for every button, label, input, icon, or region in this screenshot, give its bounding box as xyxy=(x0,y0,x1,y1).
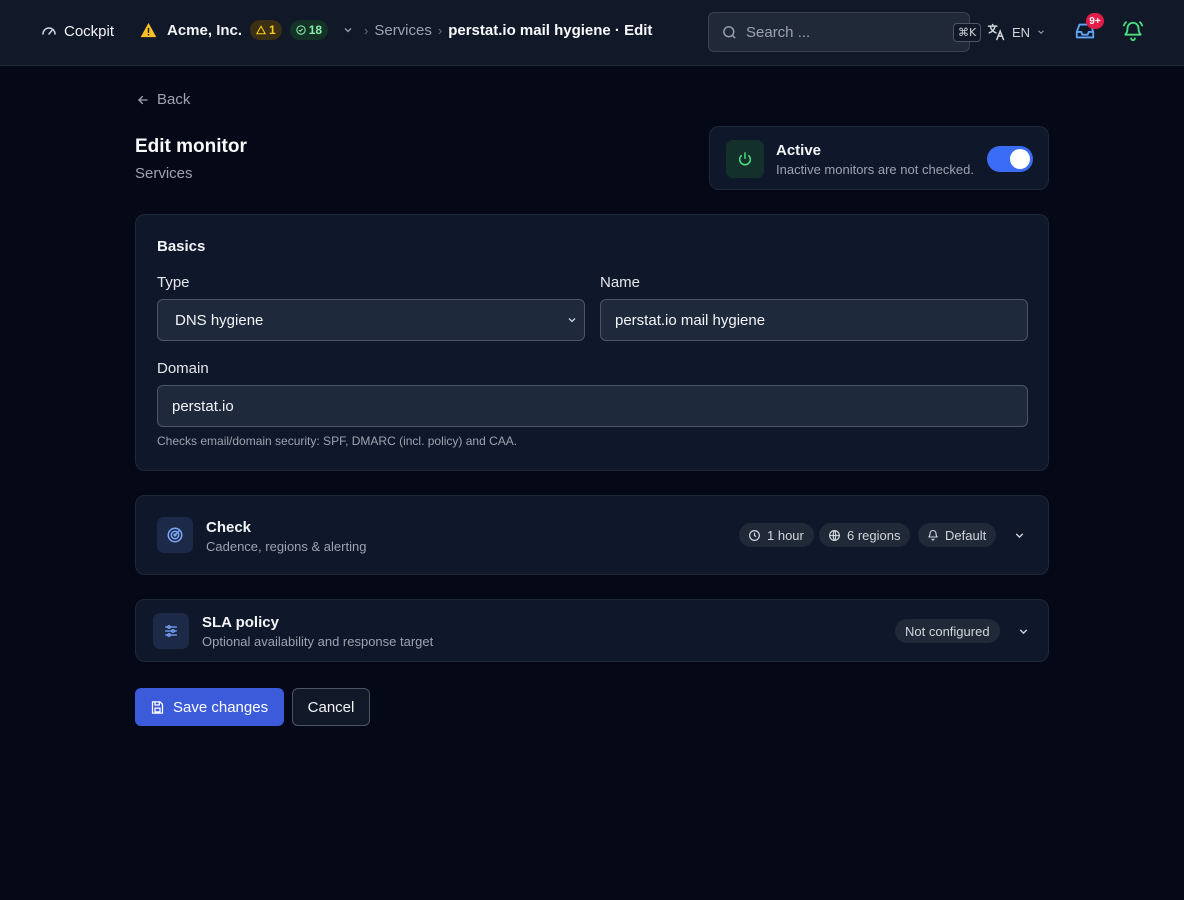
search-shortcut-hint: ⌘K xyxy=(953,22,982,42)
regions-chip: 6 regions xyxy=(819,523,911,547)
save-icon xyxy=(150,700,165,715)
clock-icon xyxy=(748,529,761,542)
alerting-value: Default xyxy=(945,527,987,543)
chevron-down-icon xyxy=(342,24,354,36)
page-title: Edit monitor xyxy=(135,136,247,157)
app-logo-link[interactable]: Cockpit xyxy=(40,22,114,40)
domain-field-wrapper xyxy=(157,385,1028,427)
check-title: Check xyxy=(206,519,252,536)
back-label: Back xyxy=(157,91,191,108)
sliders-icon xyxy=(153,613,189,649)
alerting-chip: Default xyxy=(918,523,997,547)
back-link[interactable]: Back xyxy=(136,91,190,108)
toggle-knob xyxy=(1010,149,1030,169)
bell-ring-icon xyxy=(1122,20,1144,42)
domain-label: Domain xyxy=(157,360,209,377)
type-select-value: DNS hygiene xyxy=(175,311,264,329)
check-circle-icon xyxy=(296,25,306,35)
search-input[interactable] xyxy=(746,23,945,41)
app-name: Cockpit xyxy=(64,22,115,40)
translate-icon xyxy=(986,22,1006,42)
basics-title: Basics xyxy=(157,238,206,255)
inbox-count-badge: 9+ xyxy=(1086,13,1104,29)
domain-help-text: Checks email/domain security: SPF, DMARC… xyxy=(157,434,518,448)
chevron-down-icon xyxy=(566,314,578,326)
domain-input[interactable] xyxy=(172,397,1013,415)
language-code: EN xyxy=(1012,24,1031,40)
type-label: Type xyxy=(157,274,190,291)
name-field-wrapper xyxy=(600,299,1028,341)
save-changes-button[interactable]: Save changes xyxy=(135,688,284,726)
name-input[interactable] xyxy=(615,311,1013,329)
breadcrumb: › Services › perstat.io mail hygiene · E… xyxy=(364,22,652,39)
sla-policy-section[interactable]: SLA policy Optional availability and res… xyxy=(135,599,1049,662)
breadcrumb-separator: › xyxy=(364,23,369,38)
active-title: Active xyxy=(776,142,822,159)
page-subtitle: Services xyxy=(135,165,193,182)
org-switcher[interactable]: Acme, Inc. 1 18 xyxy=(140,20,354,40)
basics-card: Basics Type DNS hygiene Name Domain Chec… xyxy=(135,214,1049,471)
power-icon xyxy=(726,140,764,178)
save-label: Save changes xyxy=(173,698,269,716)
active-toggle[interactable] xyxy=(987,146,1033,172)
warning-count: 1 xyxy=(269,23,276,37)
sla-description: Optional availability and response targe… xyxy=(202,634,434,649)
chevron-down-icon[interactable] xyxy=(1017,625,1030,638)
inbox-button[interactable]: 9+ xyxy=(1074,13,1104,42)
type-select[interactable]: DNS hygiene xyxy=(157,299,585,341)
org-name: Acme, Inc. xyxy=(167,21,243,39)
check-section[interactable]: Check Cadence, regions & alerting 1 hour… xyxy=(135,495,1049,575)
alerts-button[interactable] xyxy=(1122,20,1144,42)
language-switcher[interactable]: EN xyxy=(986,22,1046,42)
chevron-down-icon xyxy=(1036,27,1046,37)
arrow-left-icon xyxy=(136,93,150,107)
chevron-down-icon[interactable] xyxy=(1013,529,1026,542)
warning-small-icon xyxy=(256,25,267,35)
interval-value: 1 hour xyxy=(767,527,804,543)
interval-chip: 1 hour xyxy=(739,523,814,547)
warning-triangle-icon xyxy=(140,22,157,38)
globe-icon xyxy=(828,529,841,542)
sla-status: Not configured xyxy=(905,623,990,639)
sla-title: SLA policy xyxy=(202,614,279,631)
active-description: Inactive monitors are not checked. xyxy=(776,162,974,177)
search-icon xyxy=(721,24,738,41)
ok-count-badge: 18 xyxy=(289,20,329,40)
warning-count-badge: 1 xyxy=(250,20,282,40)
top-bar: Cockpit Acme, Inc. 1 18 › Services › per… xyxy=(0,0,1184,66)
breadcrumb-current: perstat.io mail hygiene · Edit xyxy=(448,22,653,39)
ok-count: 18 xyxy=(308,23,323,37)
radar-icon xyxy=(157,517,193,553)
name-label: Name xyxy=(600,274,641,291)
breadcrumb-services-link[interactable]: Services xyxy=(374,22,432,39)
cancel-button[interactable]: Cancel xyxy=(292,688,370,726)
active-status-card: Active Inactive monitors are not checked… xyxy=(709,126,1049,190)
search-box[interactable]: ⌘K xyxy=(708,12,982,52)
breadcrumb-separator: › xyxy=(437,23,443,38)
check-description: Cadence, regions & alerting xyxy=(206,539,367,554)
gauge-icon xyxy=(40,22,58,40)
sla-status-chip: Not configured xyxy=(895,619,1000,643)
bell-icon xyxy=(927,529,939,541)
regions-value: 6 regions xyxy=(847,527,901,543)
